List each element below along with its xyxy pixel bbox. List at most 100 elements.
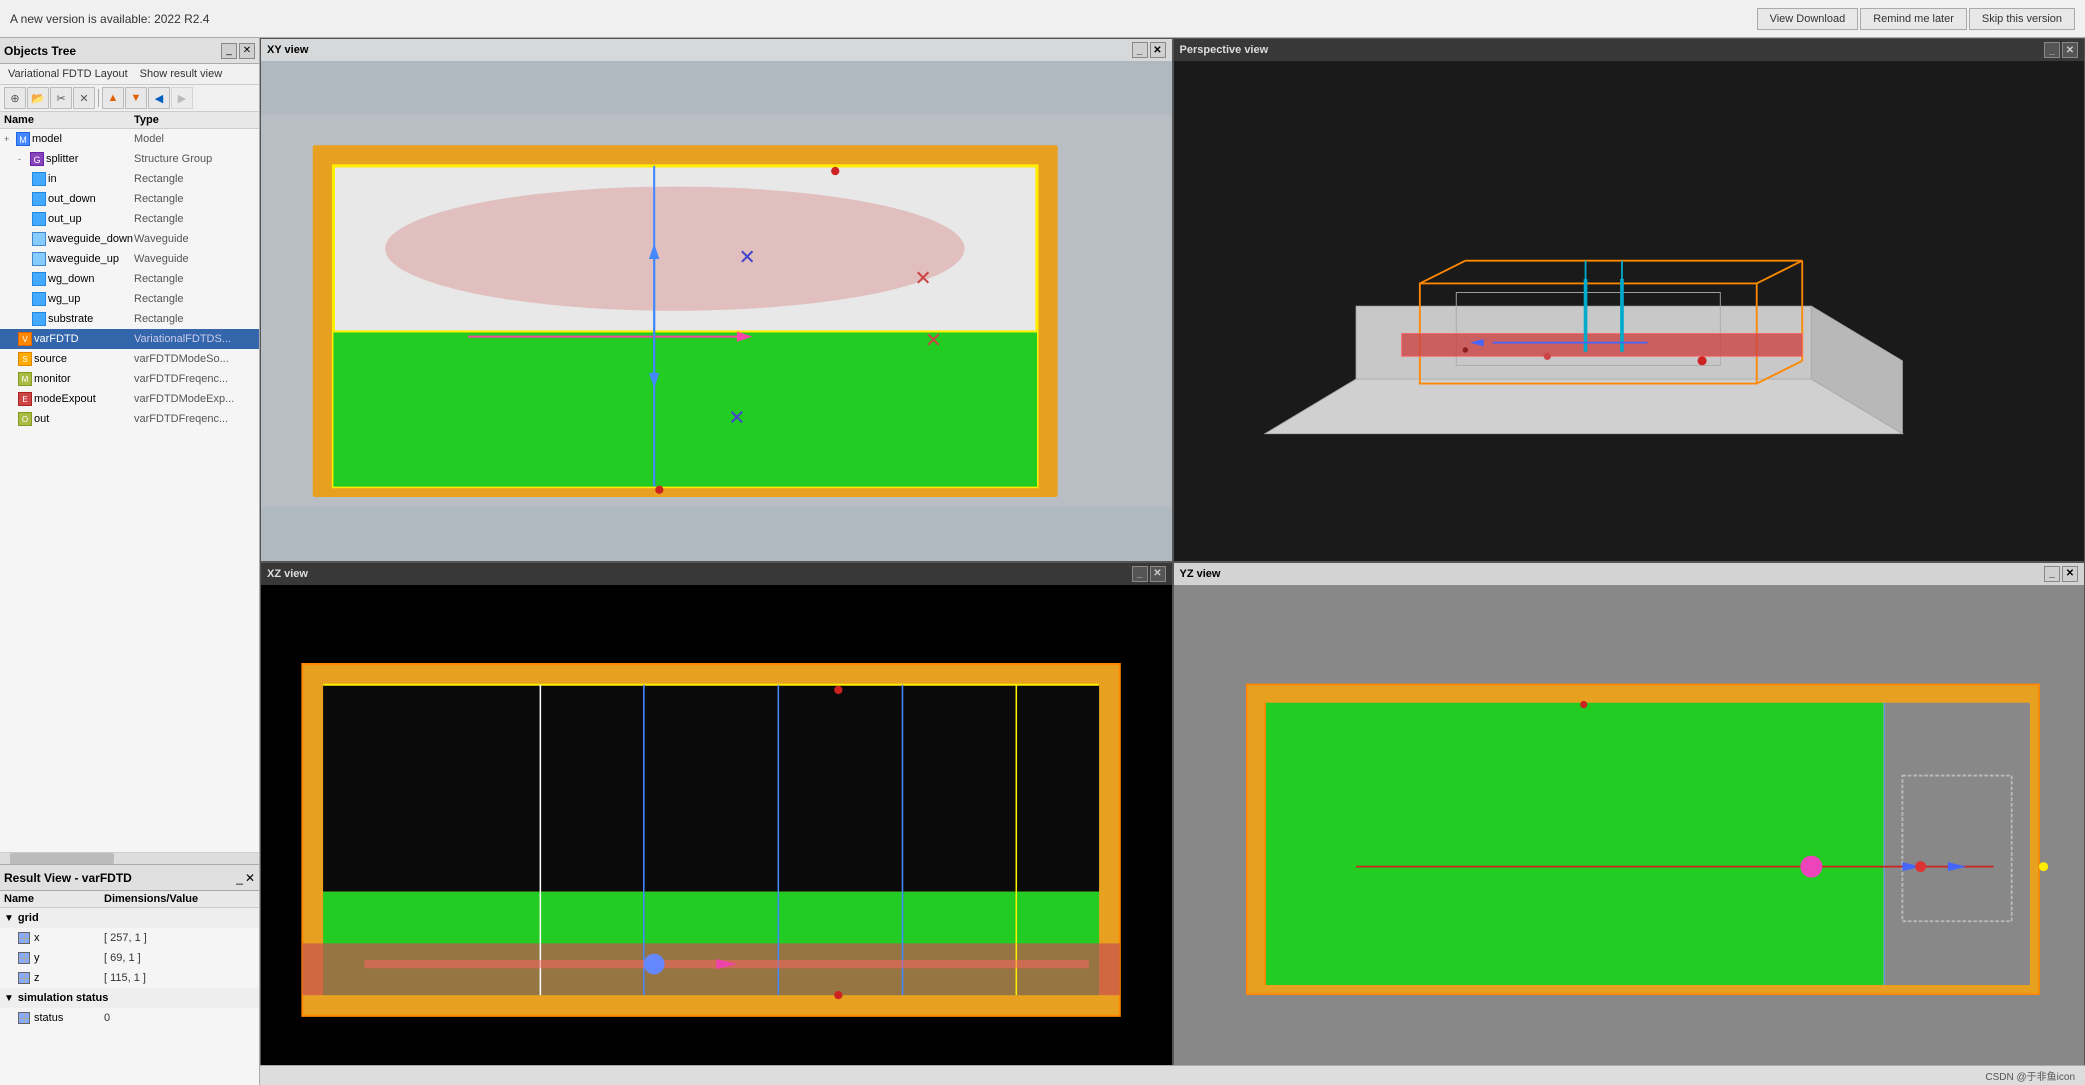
result-val-status: 0	[104, 1012, 255, 1024]
toolbar-folder[interactable]: 📂	[27, 87, 49, 109]
xz-view-panel: XZ view _ ✕	[260, 562, 1173, 1085]
view-download-button[interactable]: View Download	[1757, 8, 1859, 30]
tree-node-wg-up: wg_up	[48, 293, 80, 305]
tree-type-waveguide-down: Waveguide	[134, 233, 255, 245]
tree-row-waveguide-down[interactable]: waveguide_down Waveguide	[0, 229, 259, 249]
persp-canvas[interactable]	[1174, 61, 2085, 561]
tree-row-splitter[interactable]: - G splitter Structure Group	[0, 149, 259, 169]
result-row-z: z [ 115, 1 ]	[0, 968, 259, 988]
out-down-icon	[32, 192, 46, 206]
xy-canvas[interactable]: ✕ ✕ ✕ ✕	[261, 61, 1172, 561]
tree-type-monitor: varFDTDFreqenc...	[134, 373, 255, 385]
toolbar-cut[interactable]: ✂	[50, 87, 72, 109]
tree-row-model[interactable]: + M model Model	[0, 129, 259, 149]
objects-tree-table: Name Type + M model Model -	[0, 112, 259, 852]
tree-type-out-up: Rectangle	[134, 213, 255, 225]
tree-row-source[interactable]: S source varFDTDModeSo...	[0, 349, 259, 369]
toolbar-right[interactable]: ▶	[171, 87, 193, 109]
objects-tree-minimize[interactable]: _	[221, 43, 237, 59]
toolbar-delete[interactable]: ✕	[73, 87, 95, 109]
viewport-area: XY view _ ✕	[260, 38, 2085, 1085]
yz-view-minimize[interactable]: _	[2044, 566, 2060, 582]
simstatus-expand[interactable]: ▼	[4, 993, 14, 1004]
result-name-x: x	[34, 932, 40, 944]
objects-tree-title: Objects Tree	[4, 44, 76, 58]
tree-row-substrate[interactable]: substrate Rectangle	[0, 309, 259, 329]
grid-icon-z	[18, 972, 30, 984]
tree-type-out-down: Rectangle	[134, 193, 255, 205]
expand-splitter[interactable]: -	[18, 154, 28, 164]
grid-icon-x	[18, 932, 30, 944]
tree-node-out: out	[34, 413, 49, 425]
objects-tree-scrollbar[interactable]	[0, 852, 259, 864]
tree-type-splitter: Structure Group	[134, 153, 255, 165]
tree-row-in[interactable]: in Rectangle	[0, 169, 259, 189]
persp-view-minimize[interactable]: _	[2044, 42, 2060, 58]
result-view-close[interactable]: ✕	[245, 871, 255, 885]
result-name-status: status	[34, 1012, 63, 1024]
persp-view-close[interactable]: ✕	[2062, 42, 2078, 58]
tree-type-out: varFDTDFreqenc...	[134, 413, 255, 425]
svg-text:✕: ✕	[925, 329, 942, 352]
tree-row-modeexpout[interactable]: E modeExpout varFDTDModeExp...	[0, 389, 259, 409]
tree-node-monitor: monitor	[34, 373, 71, 385]
tree-node-out-up: out_up	[48, 213, 82, 225]
objects-tree-close[interactable]: ✕	[239, 43, 255, 59]
xy-view-minimize[interactable]: _	[1132, 42, 1148, 58]
wg-down-icon	[32, 272, 46, 286]
result-group-sim-status: ▼ simulation status	[0, 988, 259, 1008]
menu-show-result[interactable]: Show result view	[134, 66, 229, 82]
xz-canvas[interactable]	[261, 585, 1172, 1085]
remind-later-button[interactable]: Remind me later	[1860, 8, 1967, 30]
tree-header: Name Type	[0, 112, 259, 129]
result-name-z: z	[34, 972, 40, 984]
xy-view-close[interactable]: ✕	[1150, 42, 1166, 58]
toolbar-down[interactable]: ▼	[125, 87, 147, 109]
waveguide-up-icon	[32, 252, 46, 266]
xz-view-close[interactable]: ✕	[1150, 566, 1166, 582]
tree-row-monitor[interactable]: M monitor varFDTDFreqenc...	[0, 369, 259, 389]
toolbar-separator-1	[98, 89, 99, 107]
yz-view-close[interactable]: ✕	[2062, 566, 2078, 582]
xy-view-panel: XY view _ ✕	[260, 38, 1173, 562]
tree-row-out-up[interactable]: out_up Rectangle	[0, 209, 259, 229]
result-row-y: y [ 69, 1 ]	[0, 948, 259, 968]
waveguide-down-icon	[32, 232, 46, 246]
svg-text:✕: ✕	[915, 267, 932, 290]
toolbar-up[interactable]: ▲	[102, 87, 124, 109]
tree-node-in: in	[48, 173, 57, 185]
yz-canvas[interactable]	[1174, 585, 2085, 1085]
tree-row-wg-down[interactable]: wg_down Rectangle	[0, 269, 259, 289]
tree-node-substrate: substrate	[48, 313, 93, 325]
grid-expand[interactable]: ▼	[4, 913, 14, 924]
update-bar: A new version is available: 2022 R2.4 Vi…	[0, 0, 2085, 38]
tree-node-modeexpout: modeExpout	[34, 393, 96, 405]
persp-view-titlebar: Perspective view _ ✕	[1174, 39, 2085, 61]
xy-view-title: XY view	[267, 44, 308, 56]
tree-row-out[interactable]: O out varFDTDFreqenc...	[0, 409, 259, 429]
tree-node-source: source	[34, 353, 67, 365]
expand-model[interactable]: +	[4, 134, 14, 144]
tree-node-wg-down: wg_down	[48, 273, 94, 285]
result-name-y: y	[34, 952, 40, 964]
result-table: Name Dimensions/Value ▼ grid x [ 257, 1 …	[0, 891, 259, 1085]
tree-node-model: model	[32, 133, 62, 145]
toolbar-add[interactable]: ⊕	[4, 87, 26, 109]
menu-variational-fdtd[interactable]: Variational FDTD Layout	[2, 66, 134, 82]
tree-row-waveguide-up[interactable]: waveguide_up Waveguide	[0, 249, 259, 269]
tree-type-wg-down: Rectangle	[134, 273, 255, 285]
toolbar-left[interactable]: ◀	[148, 87, 170, 109]
tree-row-out-down[interactable]: out_down Rectangle	[0, 189, 259, 209]
tree-type-waveguide-up: Waveguide	[134, 253, 255, 265]
tree-type-source: varFDTDModeSo...	[134, 353, 255, 365]
yz-view-titlebar: YZ view _ ✕	[1174, 563, 2085, 585]
tree-row-varfdtd[interactable]: V varFDTD VariationalFDTDS...	[0, 329, 259, 349]
objects-tree-header: Objects Tree _ ✕	[0, 38, 259, 64]
result-view-minimize[interactable]: _	[236, 871, 243, 885]
tree-node-splitter: splitter	[46, 153, 78, 165]
svg-text:✕: ✕	[728, 407, 745, 430]
tree-row-wg-up[interactable]: wg_up Rectangle	[0, 289, 259, 309]
xz-view-minimize[interactable]: _	[1132, 566, 1148, 582]
objects-tree-menu: Variational FDTD Layout Show result view	[0, 64, 259, 85]
skip-version-button[interactable]: Skip this version	[1969, 8, 2075, 30]
